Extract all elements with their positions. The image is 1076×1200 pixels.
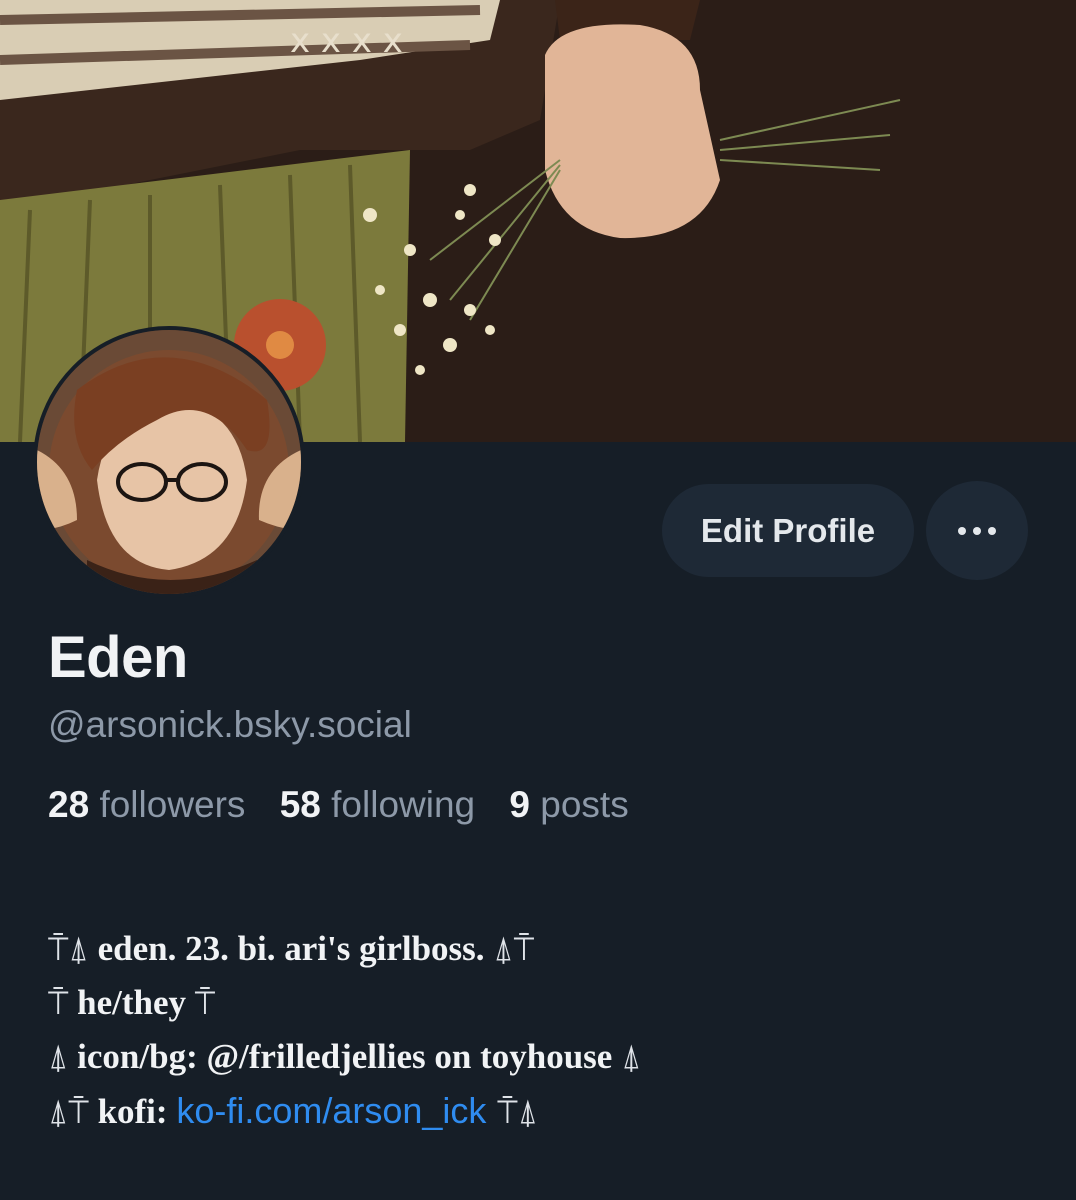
bio-line: ⍑ he/they ⍑ <box>48 983 216 1023</box>
followers-count[interactable]: 28 followers <box>48 784 245 825</box>
mushroom-icon: ⍑⍋ <box>48 929 89 969</box>
profile-avatar[interactable] <box>33 326 305 598</box>
bio-line: ⍋⍑ kofi: ko-fi.com/arson_ick ⍑⍋ <box>48 1090 539 1132</box>
following-count[interactable]: 58 following <box>280 784 475 825</box>
posts-count: 9 posts <box>509 784 629 825</box>
mushroom-icon: ⍑⍋ <box>486 1092 539 1132</box>
mushroom-icon: ⍑ <box>194 983 216 1023</box>
edit-profile-button[interactable]: Edit Profile <box>662 484 914 577</box>
mushroom-icon: ⍋⍑ <box>48 1092 89 1132</box>
profile-handle: @arsonick.bsky.social <box>48 704 412 745</box>
mushroom-icon: ⍋⍑ <box>493 929 535 969</box>
more-options-button[interactable] <box>926 481 1028 580</box>
ellipsis-icon <box>958 526 966 535</box>
mushroom-icon: ⍑ <box>48 983 69 1023</box>
ellipsis-icon <box>973 526 981 535</box>
bio-line: ⍑⍋ eden. 23. bi. ari's girlboss. ⍋⍑ <box>48 929 535 969</box>
profile-stats: 28 followers 58 following 9 posts <box>48 784 653 826</box>
display-name: Eden <box>48 625 188 690</box>
ellipsis-icon <box>988 526 996 535</box>
kofi-link[interactable]: ko-fi.com/arson_ick <box>176 1090 486 1131</box>
bio-line: ⍋ icon/bg: @/frilledjellies on toyhouse … <box>48 1037 642 1077</box>
profile-bio: ⍑⍋ eden. 23. bi. ari's girlboss. ⍋⍑ ⍑ he… <box>48 922 642 1139</box>
svg-text:x x x x: x x x x <box>290 21 403 61</box>
mushroom-icon: ⍋ <box>48 1037 69 1077</box>
mushroom-icon: ⍋ <box>621 1037 642 1077</box>
